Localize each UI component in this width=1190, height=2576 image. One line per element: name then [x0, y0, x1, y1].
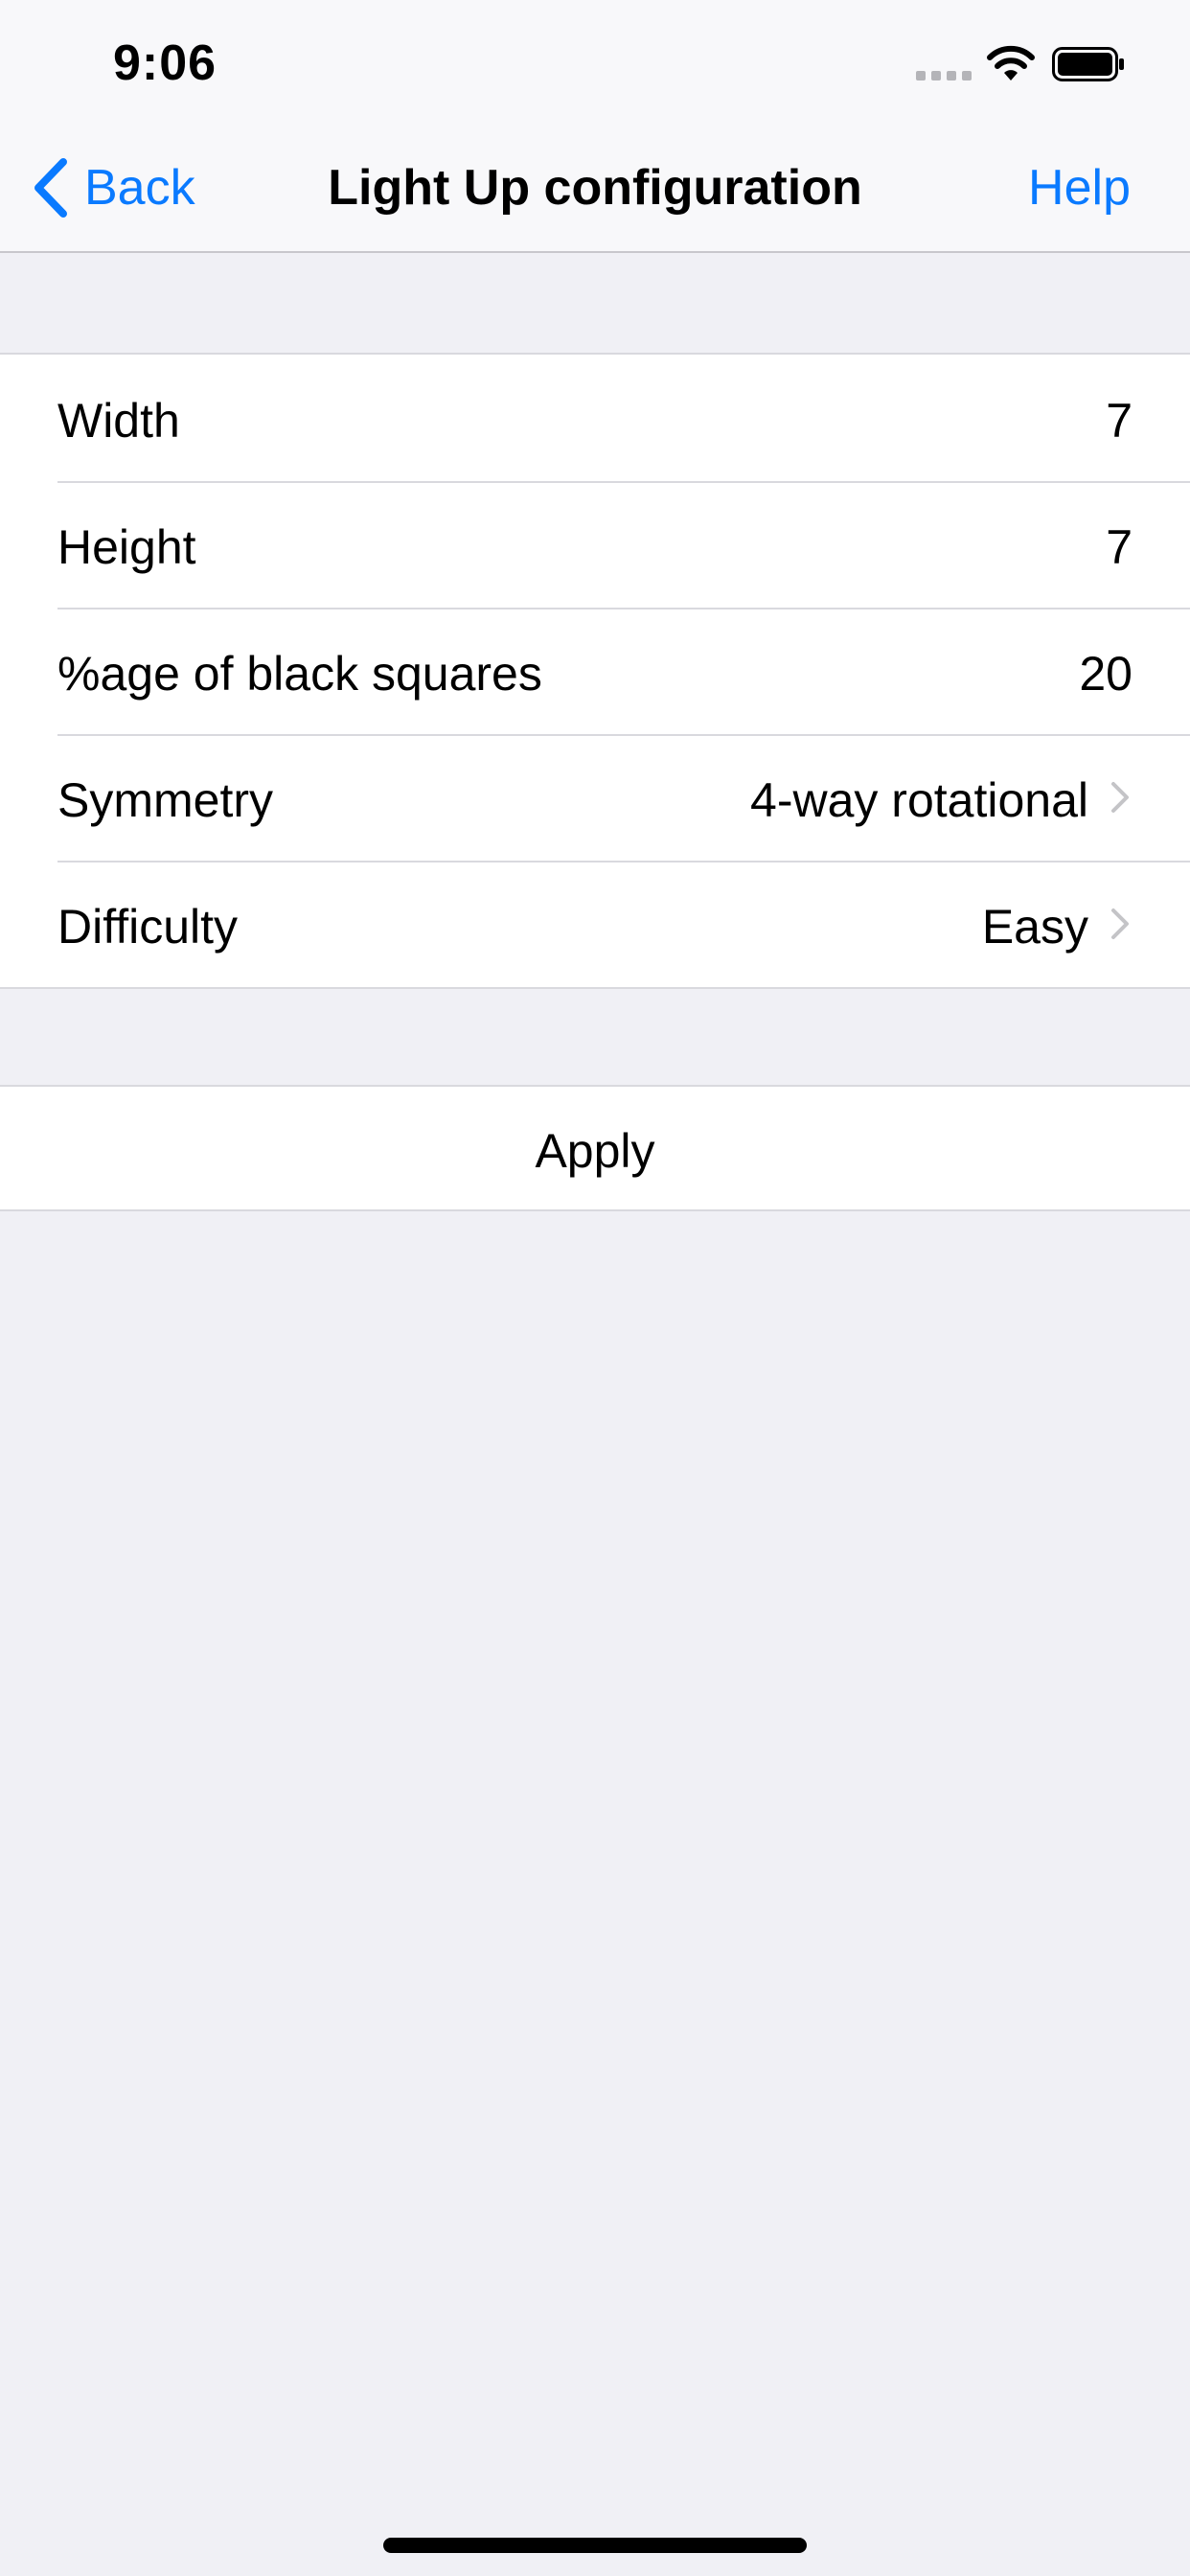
chevron-right-icon [1111, 908, 1129, 939]
apply-button[interactable]: Apply [0, 1123, 1190, 1179]
setting-row-height[interactable]: Height 7 [0, 481, 1190, 608]
setting-row-width[interactable]: Width 7 [0, 355, 1190, 481]
setting-value[interactable]: 7 [1106, 519, 1133, 575]
chevron-right-icon [1111, 782, 1129, 813]
setting-value[interactable]: 20 [1079, 646, 1133, 702]
status-time: 9:06 [113, 35, 217, 91]
setting-label: %age of black squares [57, 647, 542, 701]
setting-label: Height [57, 520, 196, 574]
settings-list: Width 7 Height 7 %age of black squares 2… [0, 353, 1190, 989]
battery-icon [1052, 47, 1124, 81]
wifi-icon [987, 45, 1035, 80]
signal-icon [916, 71, 972, 80]
home-indicator[interactable] [383, 2538, 807, 2553]
setting-row-difficulty[interactable]: Difficulty Easy [0, 861, 1190, 987]
setting-row-black-squares[interactable]: %age of black squares 20 [0, 608, 1190, 734]
setting-label: Difficulty [57, 900, 239, 954]
setting-value: 4-way rotational [750, 773, 1088, 827]
setting-value[interactable]: 7 [1106, 393, 1133, 448]
setting-row-symmetry[interactable]: Symmetry 4-way rotational [0, 734, 1190, 861]
apply-cell[interactable]: Apply [0, 1085, 1190, 1211]
setting-label: Symmetry [57, 773, 273, 827]
navigation-bar: Back Light Up configuration Help [0, 126, 1190, 253]
help-button[interactable]: Help [1028, 159, 1131, 217]
status-bar: 9:06 [0, 0, 1190, 126]
page-title: Light Up configuration [328, 160, 862, 216]
setting-value: Easy [981, 900, 1088, 954]
setting-label: Width [57, 394, 180, 448]
